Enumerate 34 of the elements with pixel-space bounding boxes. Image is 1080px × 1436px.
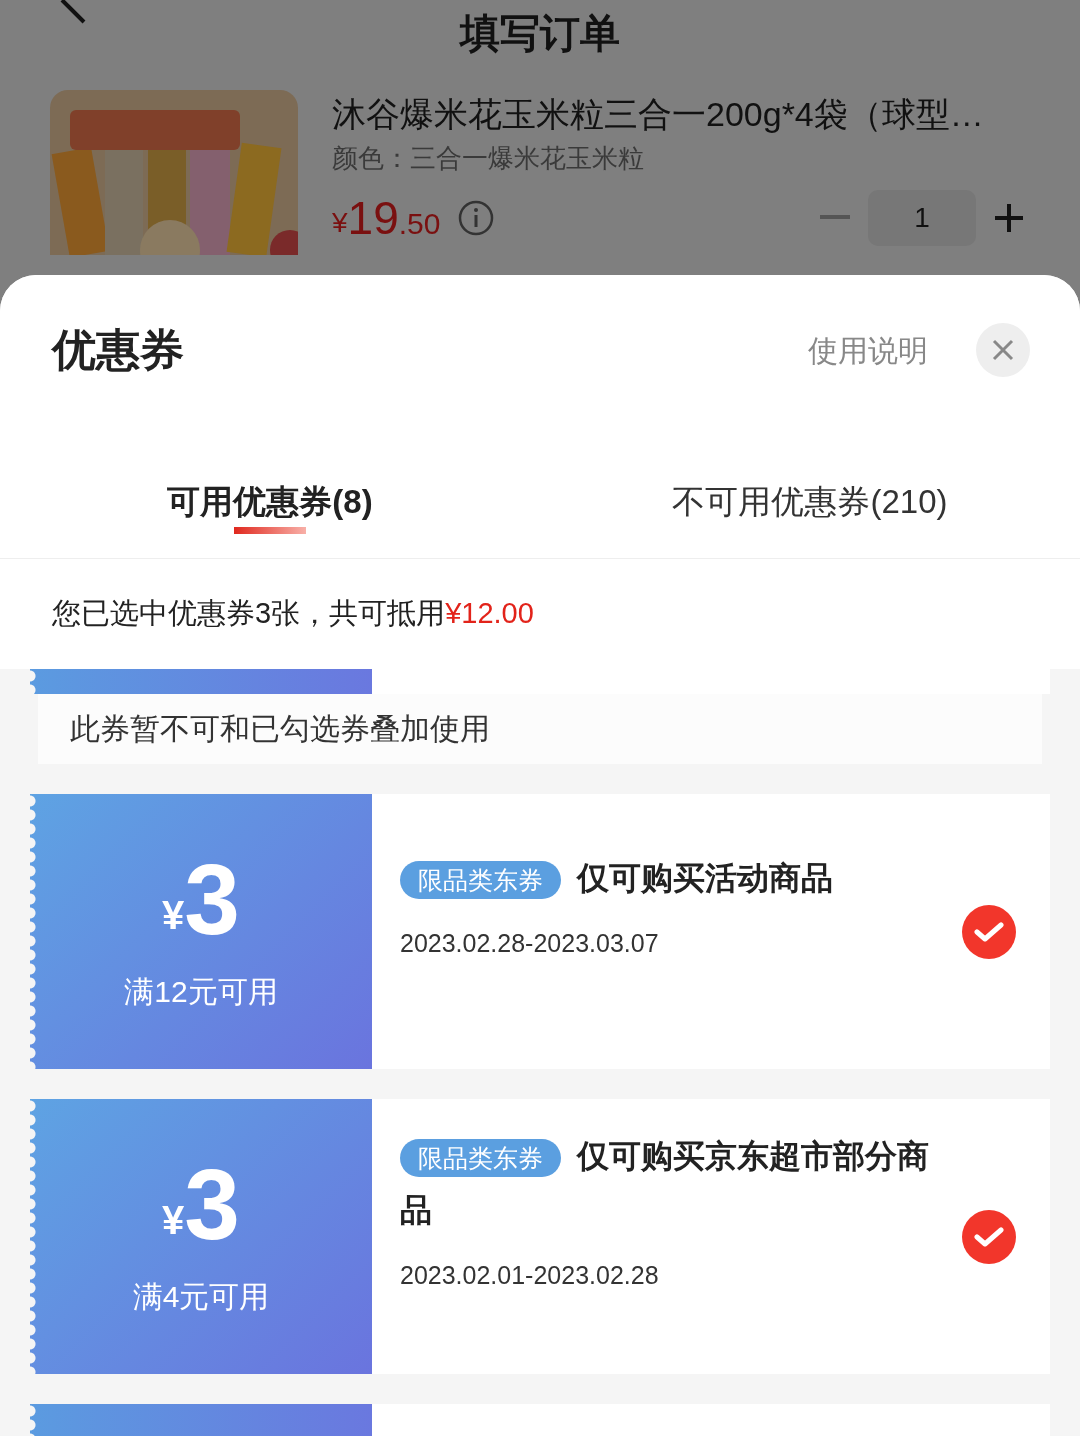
coupon-card[interactable]: ¥3 满4元可用 限品类东券 仅可购买京东超市部分商品 2023.02.01-2023.02.28 — [30, 1099, 1050, 1374]
discount-total: ¥12.00 — [445, 596, 534, 632]
coupon-dates: 2023.02.01-2023.02.28 — [400, 1259, 660, 1291]
usage-instructions-link[interactable]: 使用说明 — [808, 327, 928, 373]
currency-sign: ¥ — [162, 1200, 185, 1240]
sheet-title: 优惠券 — [52, 324, 184, 376]
coupon-tag: 限品类东券 — [400, 861, 561, 900]
quantity-field[interactable]: 1 — [868, 190, 976, 246]
check-icon — [974, 1225, 1004, 1248]
coupon-amount: 3 — [184, 1154, 240, 1254]
coupon-card[interactable]: ¥3 满12元可用 限品类东券 仅可购买活动商品 2023.02.28-2023.03.07 — [30, 794, 1050, 1069]
coupon-title: 限品类东券 仅可购买京东超市部分商品 — [400, 1136, 930, 1230]
check-icon — [974, 920, 1004, 943]
currency-sign: ¥ — [162, 895, 185, 935]
coupon-tab[interactable]: 不可用优惠券(210) — [540, 425, 1080, 558]
close-button[interactable] — [976, 323, 1030, 377]
coupon-amount: 3 — [184, 849, 240, 949]
product-name: 沐谷爆米花玉米粒三合一200g*4袋（球型… — [332, 94, 985, 135]
coupon-condition: 满4元可用 — [132, 1279, 270, 1315]
coupon-condition: 满12元可用 — [124, 974, 278, 1010]
coupon-checkbox[interactable] — [962, 904, 1016, 959]
product-spec: 颜色：三合一爆米花玉米粒 — [332, 142, 645, 175]
stacking-notice: 此券暂不可和已勾选券叠加使用 — [70, 711, 490, 748]
selection-summary: 您已选中优惠券3张，共可抵用 — [52, 596, 446, 632]
coupon-title: 限品类东券 仅可购买活动商品 — [400, 850, 960, 905]
page-title: 填写订单 — [460, 10, 620, 57]
info-icon[interactable] — [458, 200, 495, 236]
plus-icon[interactable] — [994, 203, 1024, 233]
coupon-tab[interactable]: 可用优惠券(8) — [0, 425, 540, 558]
coupon-checkbox[interactable] — [962, 1209, 1016, 1264]
close-icon — [992, 339, 1014, 361]
coupon-dates: 2023.02.28-2023.03.07 — [400, 927, 660, 959]
product-price: ¥19.50 — [332, 195, 441, 241]
coupon-tag: 限品类东券 — [400, 1139, 561, 1178]
